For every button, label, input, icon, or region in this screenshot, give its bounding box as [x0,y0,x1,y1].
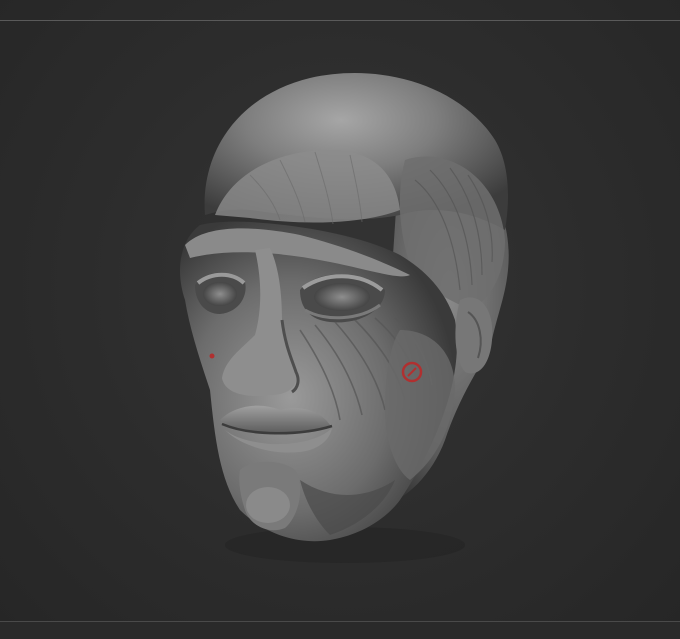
masseter-muscle [385,330,455,480]
sculpt-viewport[interactable] [0,0,680,639]
viewport-bottom-band [0,622,680,639]
sculpted-head-model[interactable] [0,0,680,639]
red-marker-nose[interactable] [209,353,215,359]
ear [455,297,493,374]
chin-pad [246,487,290,523]
